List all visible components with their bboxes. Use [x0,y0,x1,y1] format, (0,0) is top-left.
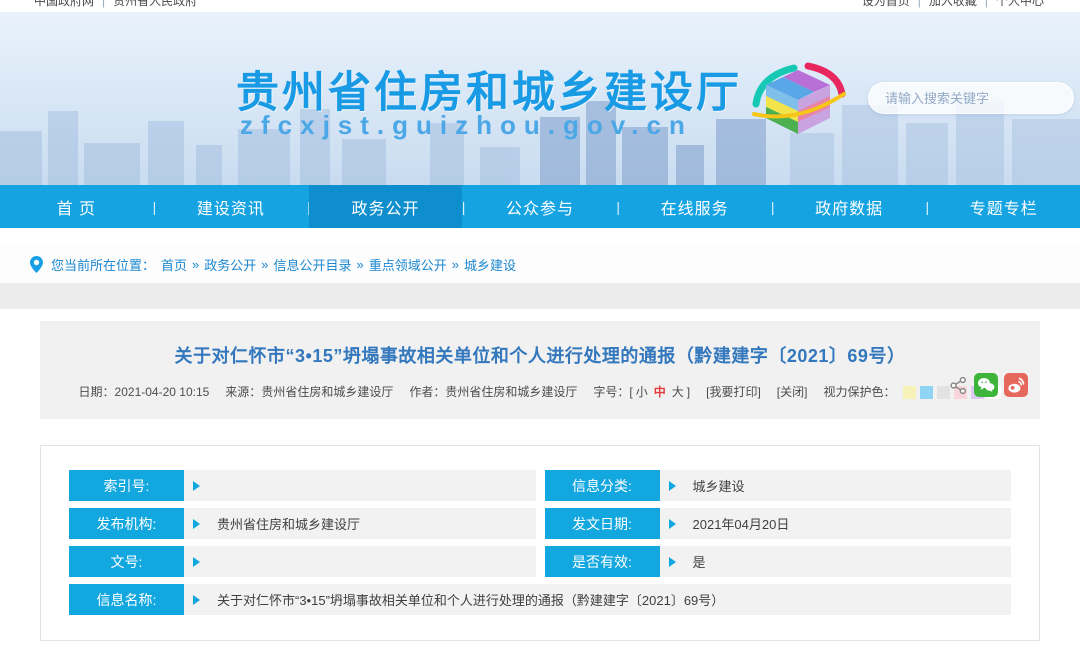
nav-item-gov-disclosure[interactable]: 政务公开 [309,185,462,228]
field-value: 城乡建设 [676,476,745,495]
nav-item-online-services[interactable]: 在线服务 [618,185,771,228]
breadcrumb-prefix: 您当前所在位置： [51,255,155,274]
color-swatch[interactable] [920,386,933,399]
breadcrumb-separator: » [357,257,364,272]
field-value: 2021年04月20日 [676,514,790,533]
field-is-valid: 是否有效: 是 [545,546,1012,577]
field-value: 关于对仁怀市“3•15”坍塌事故相关单位和个人进行处理的通报（黔建建字〔2021… [200,590,724,609]
color-swatch[interactable] [903,386,916,399]
share-bar [943,373,1028,397]
field-label: 索引号: [69,470,184,501]
nav-item-home[interactable]: 首 页 [0,185,153,228]
arrow-right-icon [669,557,676,567]
topbar-right-links: 设为首页 | 加入收藏 | 个人中心 [856,0,1050,11]
location-pin-icon [30,256,43,273]
topbar-separator: | [918,0,921,8]
field-issuing-agency: 发布机构: 贵州省住房和城乡建设厅 [69,508,536,539]
topbar-separator: | [102,0,105,8]
link-set-homepage[interactable]: 设为首页 [862,0,910,8]
breadcrumb-separator: » [192,257,199,272]
table-row: 文号: 是否有效: 是 [69,546,1011,577]
field-label: 文号: [69,546,184,577]
wechat-share-icon[interactable] [974,373,998,397]
arrow-right-icon [193,557,200,567]
header-banner: 贵州省住房和城乡建设厅 zfcxjst.guizhou.gov.cn [0,12,1080,185]
breadcrumb-link-key-areas[interactable]: 重点领域公开 [369,255,447,274]
close-button[interactable]: [关闭] [777,383,808,400]
arrow-right-icon [193,481,200,491]
nav-item-gov-data[interactable]: 政府数据 [773,185,926,228]
breadcrumb-link-info-catalog[interactable]: 信息公开目录 [274,255,352,274]
link-china-gov[interactable]: 中国政府网 [34,0,94,8]
meta-author: 作者：贵州省住房和城乡建设厅 [409,383,577,400]
meta-source: 来源：贵州省住房和城乡建设厅 [225,383,393,400]
arrow-right-icon [193,519,200,529]
search-box [868,82,1074,114]
link-add-favorite[interactable]: 加入收藏 [929,0,977,8]
font-large-button[interactable]: 大 [672,385,684,399]
font-size-controls: 字号：[小中大] [593,383,690,400]
field-label: 是否有效: [545,546,660,577]
breadcrumb-link-urban-rural[interactable]: 城乡建设 [464,255,516,274]
meta-date: 日期：2021-04-20 10:15 [79,383,210,400]
article-header: 关于对仁怀市“3•15”坍塌事故相关单位和个人进行处理的通报（黔建建字〔2021… [40,321,1040,419]
breadcrumb-link-home[interactable]: 首页 [161,255,187,274]
nav-item-construction-news[interactable]: 建设资讯 [155,185,308,228]
link-guizhou-gov[interactable]: 贵州省人民政府 [113,0,197,8]
table-row: 发布机构: 贵州省住房和城乡建设厅 发文日期: 2021年04月20日 [69,508,1011,539]
breadcrumb-link-gov-disclosure[interactable]: 政务公开 [204,255,256,274]
share-icon[interactable] [949,376,968,395]
print-button[interactable]: [我要打印] [706,383,761,400]
article-title: 关于对仁怀市“3•15”坍塌事故相关单位和个人进行处理的通报（黔建建字〔2021… [40,321,1040,368]
top-utility-bar: 中国政府网 | 贵州省人民政府 设为首页 | 加入收藏 | 个人中心 [0,0,1080,12]
article-meta: 日期：2021-04-20 10:15 来源：贵州省住房和城乡建设厅 作者：贵州… [40,383,1040,400]
breadcrumb: 您当前所在位置： 首页 » 政务公开 » 信息公开目录 » 重点领域公开 » 城… [0,245,1080,283]
font-small-button[interactable]: 小 [636,385,648,399]
breadcrumb-separator: » [261,257,268,272]
site-logo-cube-icon[interactable] [746,60,850,136]
arrow-right-icon [669,481,676,491]
table-row: 信息名称: 关于对仁怀市“3•15”坍塌事故相关单位和个人进行处理的通报（黔建建… [69,584,1011,615]
link-personal-center[interactable]: 个人中心 [996,0,1044,8]
field-label: 信息名称: [69,584,184,615]
main-navigation: 首 页 | 建设资讯 | 政务公开 | 公众参与 | 在线服务 | 政府数据 |… [0,185,1080,228]
topbar-separator: | [985,0,988,8]
search-input[interactable] [869,91,1073,106]
spacer [0,228,1080,245]
field-issue-date: 发文日期: 2021年04月20日 [545,508,1012,539]
nav-item-special-topics[interactable]: 专题专栏 [927,185,1080,228]
field-info-category: 信息分类: 城乡建设 [545,470,1012,501]
breadcrumb-separator: » [452,257,459,272]
field-label: 信息分类: [545,470,660,501]
arrow-right-icon [669,519,676,529]
document-info-table: 索引号: 信息分类: 城乡建设 发布机构: 贵州省住房和城乡建设厅 发文日期: … [40,445,1040,641]
field-label: 发文日期: [545,508,660,539]
divider-band [0,283,1080,309]
field-value: 贵州省住房和城乡建设厅 [200,514,360,533]
field-index-number: 索引号: [69,470,536,501]
field-document-number: 文号: [69,546,536,577]
table-row: 索引号: 信息分类: 城乡建设 [69,470,1011,501]
field-info-name: 信息名称: 关于对仁怀市“3•15”坍塌事故相关单位和个人进行处理的通报（黔建建… [69,584,1011,615]
nav-item-public-participation[interactable]: 公众参与 [464,185,617,228]
topbar-left-links: 中国政府网 | 贵州省人民政府 [28,0,203,11]
field-value: 是 [676,552,706,571]
site-url: zfcxjst.guizhou.gov.cn [240,110,693,141]
font-medium-button[interactable]: 中 [654,385,666,399]
arrow-right-icon [193,595,200,605]
field-label: 发布机构: [69,508,184,539]
weibo-share-icon[interactable] [1004,373,1028,397]
